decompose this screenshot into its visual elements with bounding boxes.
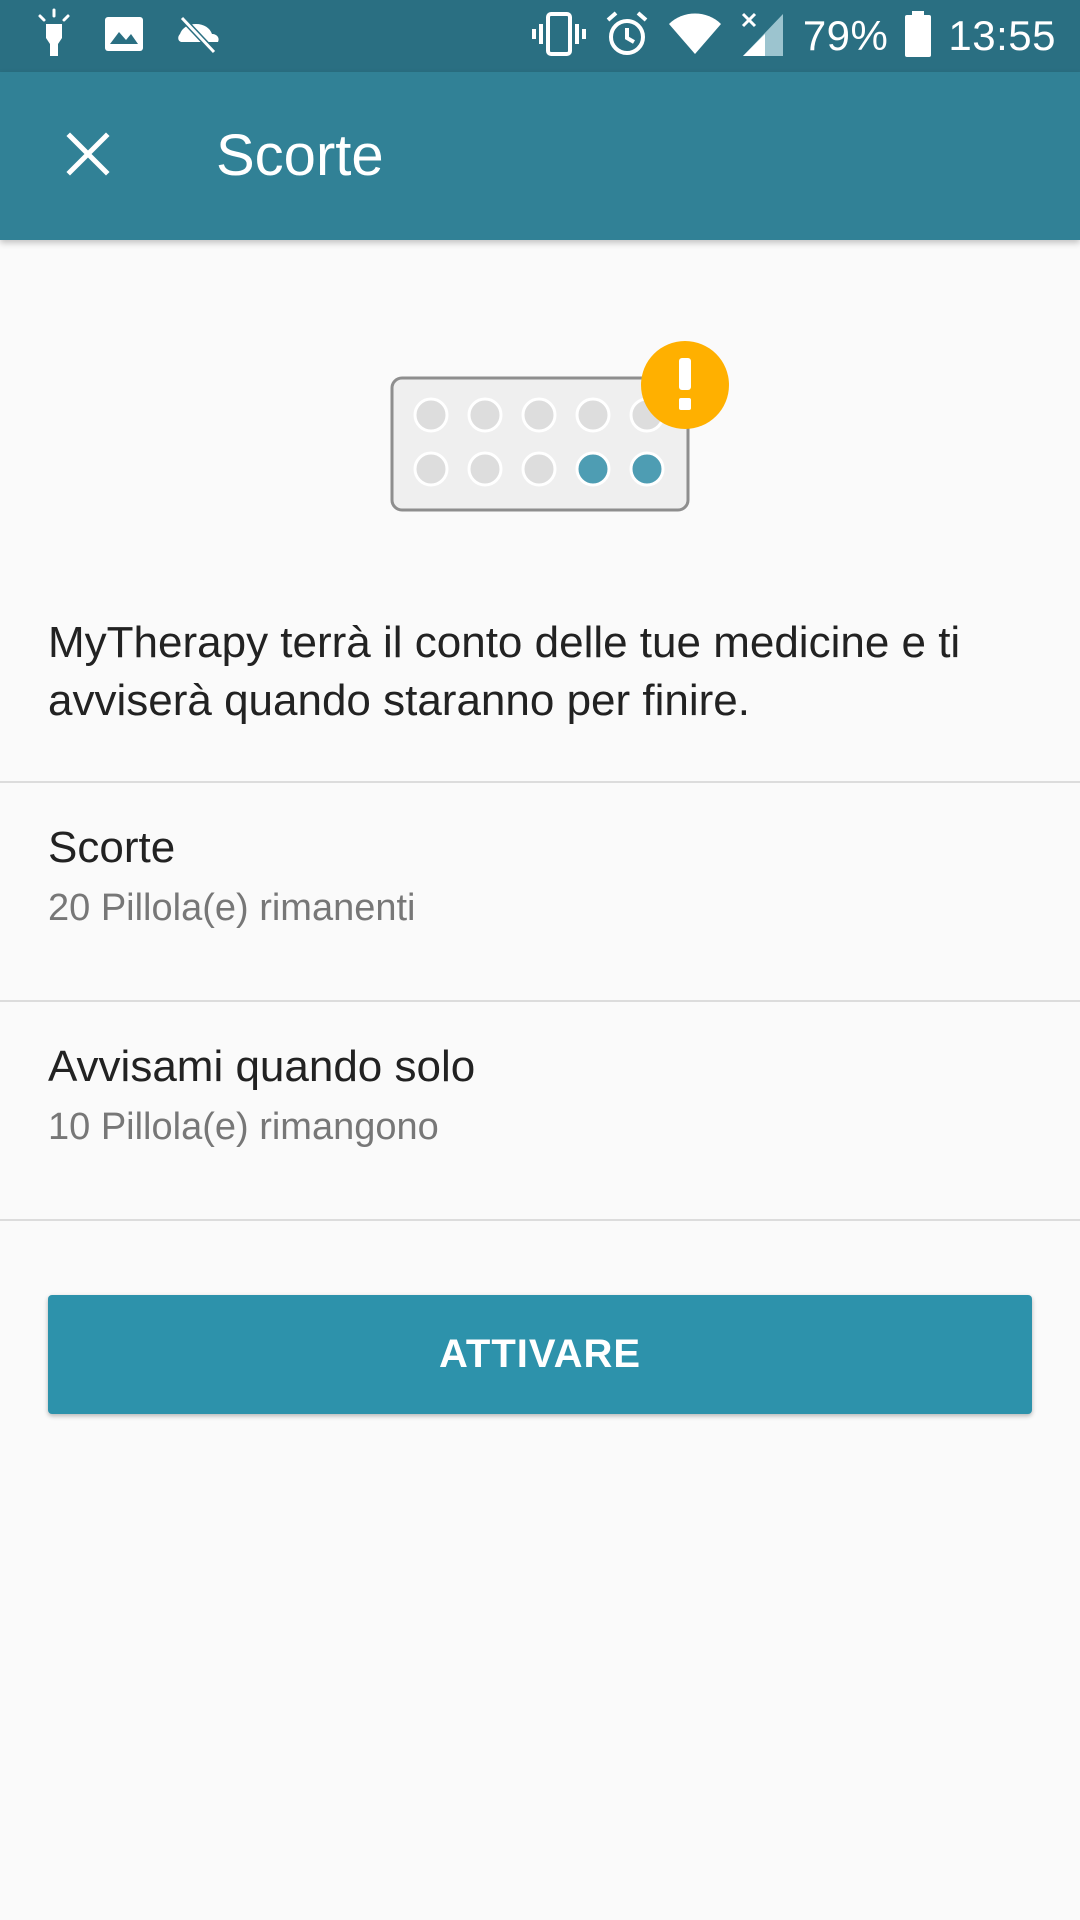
- sync-off-icon: [174, 12, 222, 61]
- close-button[interactable]: [44, 112, 132, 200]
- intro-text: MyTherapy terrà il conto delle tue medic…: [48, 618, 961, 725]
- wifi-icon: [667, 12, 723, 61]
- setting-value: 10 Pillola(e) rimangono: [48, 1106, 439, 1148]
- pill-empty: [467, 451, 503, 487]
- setting-row-stock[interactable]: Scorte 20 Pillola(e) rimanenti: [0, 783, 1080, 999]
- app-bar: Scorte: [0, 72, 1080, 240]
- close-icon: [64, 130, 112, 183]
- setting-title: Avvisami quando solo: [48, 1042, 476, 1091]
- pill-blister-illustration: [380, 330, 740, 530]
- pill-empty: [575, 397, 611, 433]
- image-icon: [102, 12, 146, 61]
- battery-percent: 79%: [802, 12, 889, 59]
- exclamation-badge-icon: [641, 341, 729, 429]
- activate-button[interactable]: ATTIVARE: [48, 1295, 1032, 1414]
- pill-blister-icon: [390, 341, 729, 512]
- pill-empty: [521, 397, 557, 433]
- battery-icon: [904, 10, 932, 63]
- divider: [0, 1219, 1080, 1221]
- pill-full: [629, 451, 665, 487]
- signal-icon: [739, 10, 787, 63]
- page-title: Scorte: [216, 123, 384, 188]
- setting-title: Scorte: [48, 823, 176, 872]
- alarm-icon: [603, 10, 651, 63]
- pill-empty: [467, 397, 503, 433]
- vibrate-icon: [531, 10, 587, 63]
- setting-row-alert-threshold[interactable]: Avvisami quando solo 10 Pillola(e) riman…: [0, 1002, 1080, 1218]
- pill-empty: [413, 451, 449, 487]
- status-bar: 79% 13:55: [0, 0, 1080, 72]
- status-time: 13:55: [948, 12, 1056, 59]
- status-left-icons: [34, 8, 222, 65]
- torch-icon: [34, 8, 74, 65]
- pill-full: [575, 451, 611, 487]
- setting-value: 20 Pillola(e) rimanenti: [48, 887, 416, 929]
- pill-empty: [521, 451, 557, 487]
- status-right-icons: 79% 13:55: [531, 0, 1056, 72]
- pill-empty: [413, 397, 449, 433]
